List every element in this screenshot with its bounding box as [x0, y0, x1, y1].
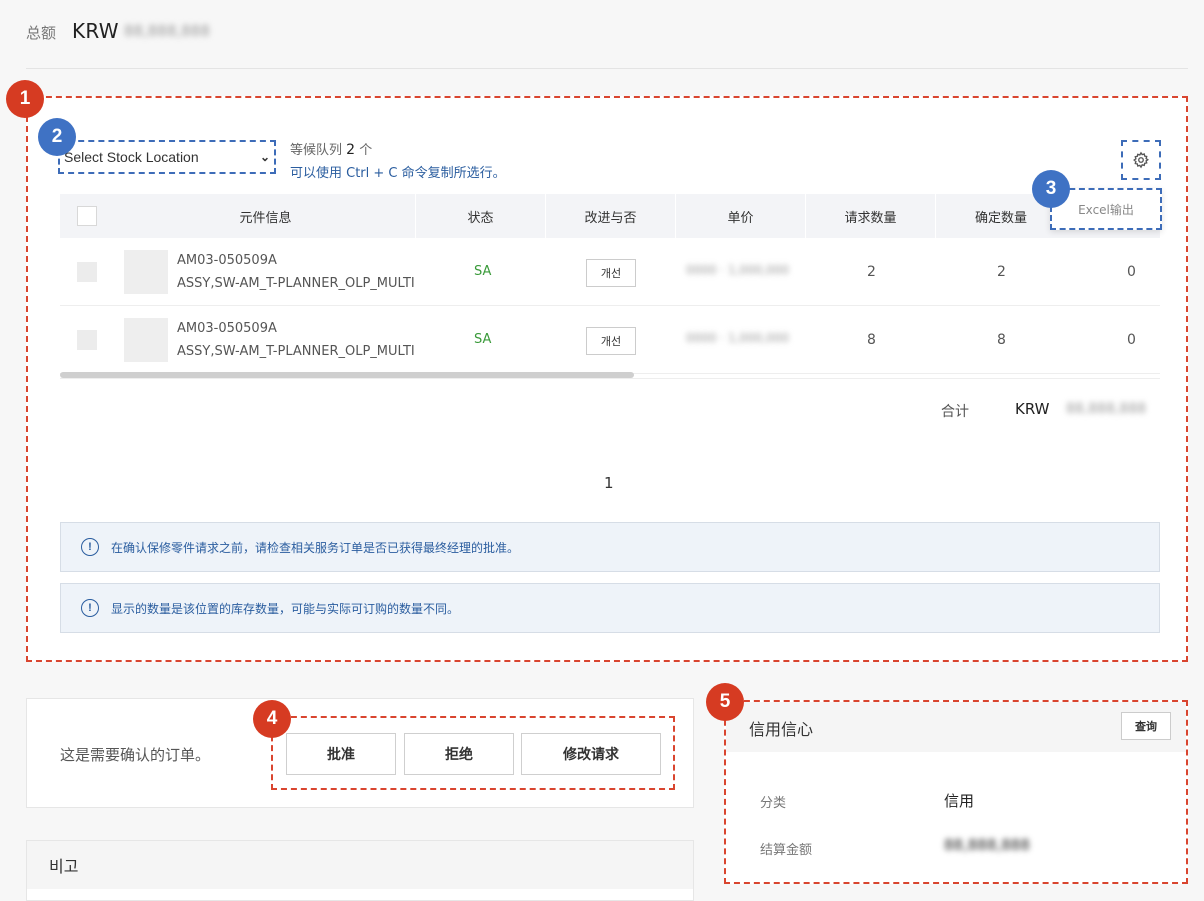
table-row[interactable]: AM03-050509A ASSY,SW-AM_T-PLANNER_OLP_MU… [60, 238, 1160, 306]
col-unit-price: 单价 [676, 194, 806, 238]
gear-icon [1133, 151, 1150, 169]
pagination-page[interactable]: 1 [604, 474, 614, 492]
notice-stock: ! 显示的数量是该位置的库存数量，可能与实际可订购的数量不同。 [60, 583, 1160, 633]
credit-title: 信用信心 [749, 720, 814, 739]
chevron-down-icon: ⌄ [259, 150, 270, 164]
info-icon: ! [81, 599, 99, 617]
table-divider [60, 378, 1160, 379]
modify-request-button[interactable]: 修改请求 [521, 733, 661, 775]
queue-count: 2 [346, 142, 356, 158]
category-value: 信用 [944, 792, 975, 810]
notice-text: 在确认保修零件请求之前，请检查相关服务订单是否已获得最终经理的批准。 [111, 540, 520, 555]
approval-message: 这是需要确认的订单。 [60, 746, 211, 764]
sum-value: 88,888,888 [1066, 401, 1147, 417]
improve-button[interactable]: 개선 [586, 327, 636, 355]
queue-suffix: 个 [359, 143, 373, 158]
total-label: 总额 [26, 24, 57, 42]
amount-value: 88,888,888 [944, 836, 1030, 854]
confirmed-qty: 8 [997, 332, 1006, 348]
reject-button[interactable]: 拒绝 [404, 733, 514, 775]
status-badge: SA [474, 264, 492, 279]
col-requested-qty: 请求数量 [806, 194, 936, 238]
info-icon: ! [81, 538, 99, 556]
row-checkbox[interactable] [77, 330, 97, 350]
stock-location-placeholder: Select Stock Location [64, 149, 199, 165]
col-status: 状态 [416, 194, 546, 238]
status-badge: SA [474, 332, 492, 347]
category-label: 分类 [760, 796, 787, 811]
order-items-panel [26, 96, 1188, 662]
col-improve: 改进与否 [546, 194, 676, 238]
annotation-badge-3: 3 [1032, 170, 1070, 208]
amount-label: 结算金额 [760, 843, 813, 858]
query-button[interactable]: 查询 [1121, 712, 1171, 740]
sum-currency: KRW [1015, 400, 1050, 418]
part-number: AM03-050509A [177, 253, 277, 268]
extra-qty: 0 [1127, 332, 1136, 348]
queue-info: 等候队列 2 个 [290, 139, 372, 158]
stock-location-select[interactable]: Select Stock Location ⌄ [58, 140, 276, 174]
part-thumbnail [124, 318, 168, 362]
table-row[interactable]: AM03-050509A ASSY,SW-AM_T-PLANNER_OLP_MU… [60, 306, 1160, 374]
sum-label: 合计 [941, 404, 969, 420]
part-thumbnail [124, 250, 168, 294]
total-currency: KRW [72, 19, 119, 43]
col-part-info: 元件信息 [116, 194, 416, 238]
part-name: ASSY,SW-AM_T-PLANNER_OLP_MULTI [177, 344, 415, 359]
select-all-checkbox[interactable] [77, 206, 97, 226]
extra-qty: 0 [1127, 264, 1136, 280]
part-number: AM03-050509A [177, 321, 277, 336]
requested-qty: 2 [867, 264, 876, 280]
queue-prefix: 等候队列 [290, 143, 343, 158]
table-header: 元件信息 状态 改进与否 单价 请求数量 确定数量 [60, 194, 1160, 238]
unit-price: 0000 · 1,000,000 [686, 331, 790, 345]
improve-button[interactable]: 개선 [586, 259, 636, 287]
header-divider [26, 68, 1188, 69]
annotation-badge-5: 5 [706, 683, 744, 721]
annotation-badge-1: 1 [6, 80, 44, 118]
total-value: 88,888,888 [124, 22, 210, 40]
row-checkbox[interactable] [77, 262, 97, 282]
approve-button[interactable]: 批准 [286, 733, 396, 775]
part-name: ASSY,SW-AM_T-PLANNER_OLP_MULTI [177, 276, 415, 291]
unit-price: 0000 · 1,000,000 [686, 263, 790, 277]
notice-text: 显示的数量是该位置的库存数量，可能与实际可订购的数量不同。 [111, 601, 460, 616]
annotation-badge-2: 2 [38, 118, 76, 156]
confirmed-qty: 2 [997, 264, 1006, 280]
settings-button[interactable] [1121, 140, 1161, 180]
remarks-title: 비고 [27, 841, 693, 889]
requested-qty: 8 [867, 332, 876, 348]
copy-hint: 可以使用 Ctrl + C 命令复制所选行。 [290, 166, 506, 181]
notice-approval: ! 在确认保修零件请求之前，请检查相关服务订单是否已获得最终经理的批准。 [60, 522, 1160, 572]
